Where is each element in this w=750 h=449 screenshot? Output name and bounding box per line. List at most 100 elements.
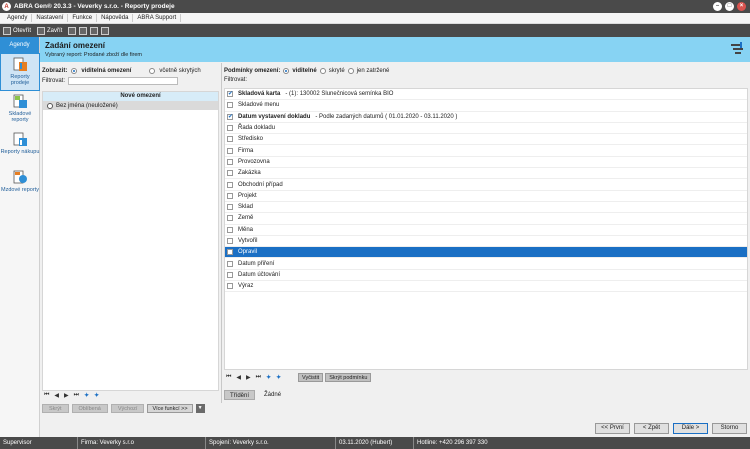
row-checkbox[interactable] xyxy=(227,204,233,211)
print-icon[interactable] xyxy=(68,26,77,35)
hide-button[interactable]: Skrýt xyxy=(42,404,69,413)
next-button[interactable]: Dále > xyxy=(673,423,708,434)
table-row[interactable]: Datum vystavení dokladu - Podle zadaných … xyxy=(225,112,747,123)
row-checkbox[interactable] xyxy=(227,136,233,143)
panel-divider[interactable] xyxy=(221,63,222,403)
move-down-icon[interactable]: ✦ xyxy=(276,374,281,381)
minimize-button[interactable]: – xyxy=(713,2,722,11)
move-up-icon[interactable]: ✦ xyxy=(266,374,271,381)
row-checkbox[interactable] xyxy=(227,170,233,177)
prev-record-icon[interactable]: ◀ xyxy=(54,392,59,399)
table-row[interactable]: Opravil xyxy=(225,247,747,259)
table-row[interactable]: Datum účtování xyxy=(225,270,747,282)
row-checkbox[interactable] xyxy=(227,158,233,165)
table-row[interactable]: Země xyxy=(225,213,747,225)
close-window-button[interactable]: × xyxy=(737,2,746,11)
first-record-icon[interactable]: ⏮ xyxy=(44,392,49,399)
table-row[interactable]: Středisko xyxy=(225,134,747,146)
tab-sorting[interactable]: Třídění xyxy=(224,390,256,400)
last-record-icon[interactable]: ⏭ xyxy=(256,374,261,381)
first-button[interactable]: << První xyxy=(595,423,630,434)
radio-cond-checked[interactable] xyxy=(347,67,354,74)
add-up-icon[interactable]: ✦ xyxy=(84,392,89,399)
export-icon[interactable] xyxy=(90,26,99,35)
nav-reporty-prodeje[interactable]: Reporty prodeje xyxy=(0,53,40,91)
row-label: Sklad xyxy=(238,204,254,211)
more-dropdown-icon[interactable]: ▼ xyxy=(195,404,205,413)
table-row[interactable]: Zakázka xyxy=(225,168,747,180)
left-filter-input[interactable] xyxy=(68,77,179,85)
clear-button[interactable]: Vyčistit xyxy=(298,373,324,382)
table-row[interactable]: Řada dokladu xyxy=(225,123,747,135)
default-button[interactable]: Výchozí xyxy=(110,404,145,413)
row-checkbox[interactable] xyxy=(227,192,233,199)
status-date: 03.11.2020 (Hubert) xyxy=(336,437,414,449)
close-button[interactable]: Zavřít xyxy=(37,26,62,35)
menu-napoveda[interactable]: Nápověda xyxy=(97,14,134,22)
table-row[interactable]: Skladové menu xyxy=(225,100,747,112)
nav-mzdove-reporty[interactable]: Mzdové reporty xyxy=(0,167,40,205)
last-record-icon[interactable]: ⏭ xyxy=(74,392,79,399)
back-button[interactable]: < Zpět xyxy=(634,423,669,434)
next-record-icon[interactable]: ▶ xyxy=(64,392,69,399)
radio-cond-visible[interactable] xyxy=(283,67,290,74)
menu-agendy[interactable]: Agendy xyxy=(3,14,33,22)
row-checkbox[interactable] xyxy=(227,226,233,233)
radio-hidden-label: včetně skrytých xyxy=(159,67,201,74)
radio-cond-hidden[interactable] xyxy=(319,67,326,74)
table-row[interactable]: Datum přiření xyxy=(225,258,747,270)
favorite-button[interactable]: Oblíbená xyxy=(71,404,108,413)
tab-none[interactable]: Žádné xyxy=(259,390,286,400)
radio-hidden[interactable] xyxy=(149,67,156,74)
add-down-icon[interactable]: ✦ xyxy=(94,392,99,399)
menu-abra-support[interactable]: ABRA Support xyxy=(133,14,182,22)
table-row[interactable]: Projekt xyxy=(225,191,747,202)
row-checkbox[interactable] xyxy=(227,181,233,188)
row-checkbox[interactable] xyxy=(227,125,233,132)
row-checkbox[interactable] xyxy=(227,271,233,278)
row-checkbox[interactable] xyxy=(227,215,233,222)
menu-funkce[interactable]: Funkce xyxy=(68,14,98,22)
nav-skladove-reporty[interactable]: Skladové reporty xyxy=(0,91,40,129)
agendy-header[interactable]: Agendy xyxy=(0,37,39,53)
table-row[interactable]: Firma xyxy=(225,145,747,157)
next-record-icon[interactable]: ▶ xyxy=(246,374,251,381)
window-controls: – □ × xyxy=(713,2,746,11)
cancel-button[interactable]: Storno xyxy=(712,423,747,434)
menu-bar: Agendy Nastavení Funkce Nápověda ABRA Su… xyxy=(0,13,750,24)
first-record-icon[interactable]: ⏮ xyxy=(226,374,231,381)
status-hotline: Hotline: +420 296 397 330 xyxy=(417,440,488,446)
list-item[interactable]: Bez jména (neuložené) xyxy=(43,101,218,110)
row-checkbox[interactable] xyxy=(227,102,233,109)
open-button[interactable]: Otevřít xyxy=(3,26,31,35)
row-checkbox[interactable] xyxy=(227,283,233,290)
row-checkbox[interactable] xyxy=(227,147,233,154)
filter-label: Filtrovat: xyxy=(42,78,66,84)
prev-record-icon[interactable]: ◀ xyxy=(236,374,241,381)
more-functions-button[interactable]: Více funkcí >> xyxy=(147,404,193,413)
menu-nastaveni[interactable]: Nastavení xyxy=(32,14,69,22)
row-checkbox[interactable] xyxy=(227,260,233,267)
row-checkbox[interactable] xyxy=(227,113,233,120)
table-row[interactable]: Měna xyxy=(225,225,747,236)
settings-icon[interactable] xyxy=(101,26,110,35)
hide-condition-button[interactable]: Skrýt podmínku xyxy=(325,373,372,382)
preview-icon[interactable] xyxy=(79,26,88,35)
table-row[interactable]: Výraz xyxy=(225,281,747,293)
radio-visible[interactable] xyxy=(71,67,78,74)
row-checkbox[interactable] xyxy=(227,238,233,244)
status-user: Supervisor xyxy=(0,437,78,449)
condition-options: Podmínky omezení: viditelné skryté jen z… xyxy=(224,65,748,76)
row-checkbox[interactable] xyxy=(227,249,233,256)
row-label: Obchodní případ xyxy=(238,181,283,188)
status-firm: Firma: Veverky s.r.o xyxy=(78,437,206,449)
table-row[interactable]: Provozovna xyxy=(225,157,747,169)
row-label: Datum přiření xyxy=(238,260,275,267)
table-row[interactable]: Obchodní případ xyxy=(225,179,747,191)
maximize-button[interactable]: □ xyxy=(725,2,734,11)
table-row[interactable]: Sklad xyxy=(225,202,747,214)
table-row[interactable]: Vytvořil xyxy=(225,236,747,248)
nav-reporty-nakupu[interactable]: Reporty nákupu xyxy=(0,129,40,167)
row-checkbox[interactable] xyxy=(227,90,233,98)
table-row[interactable]: Skladová karta - (1): 130002 Slunečnicová… xyxy=(225,89,747,101)
